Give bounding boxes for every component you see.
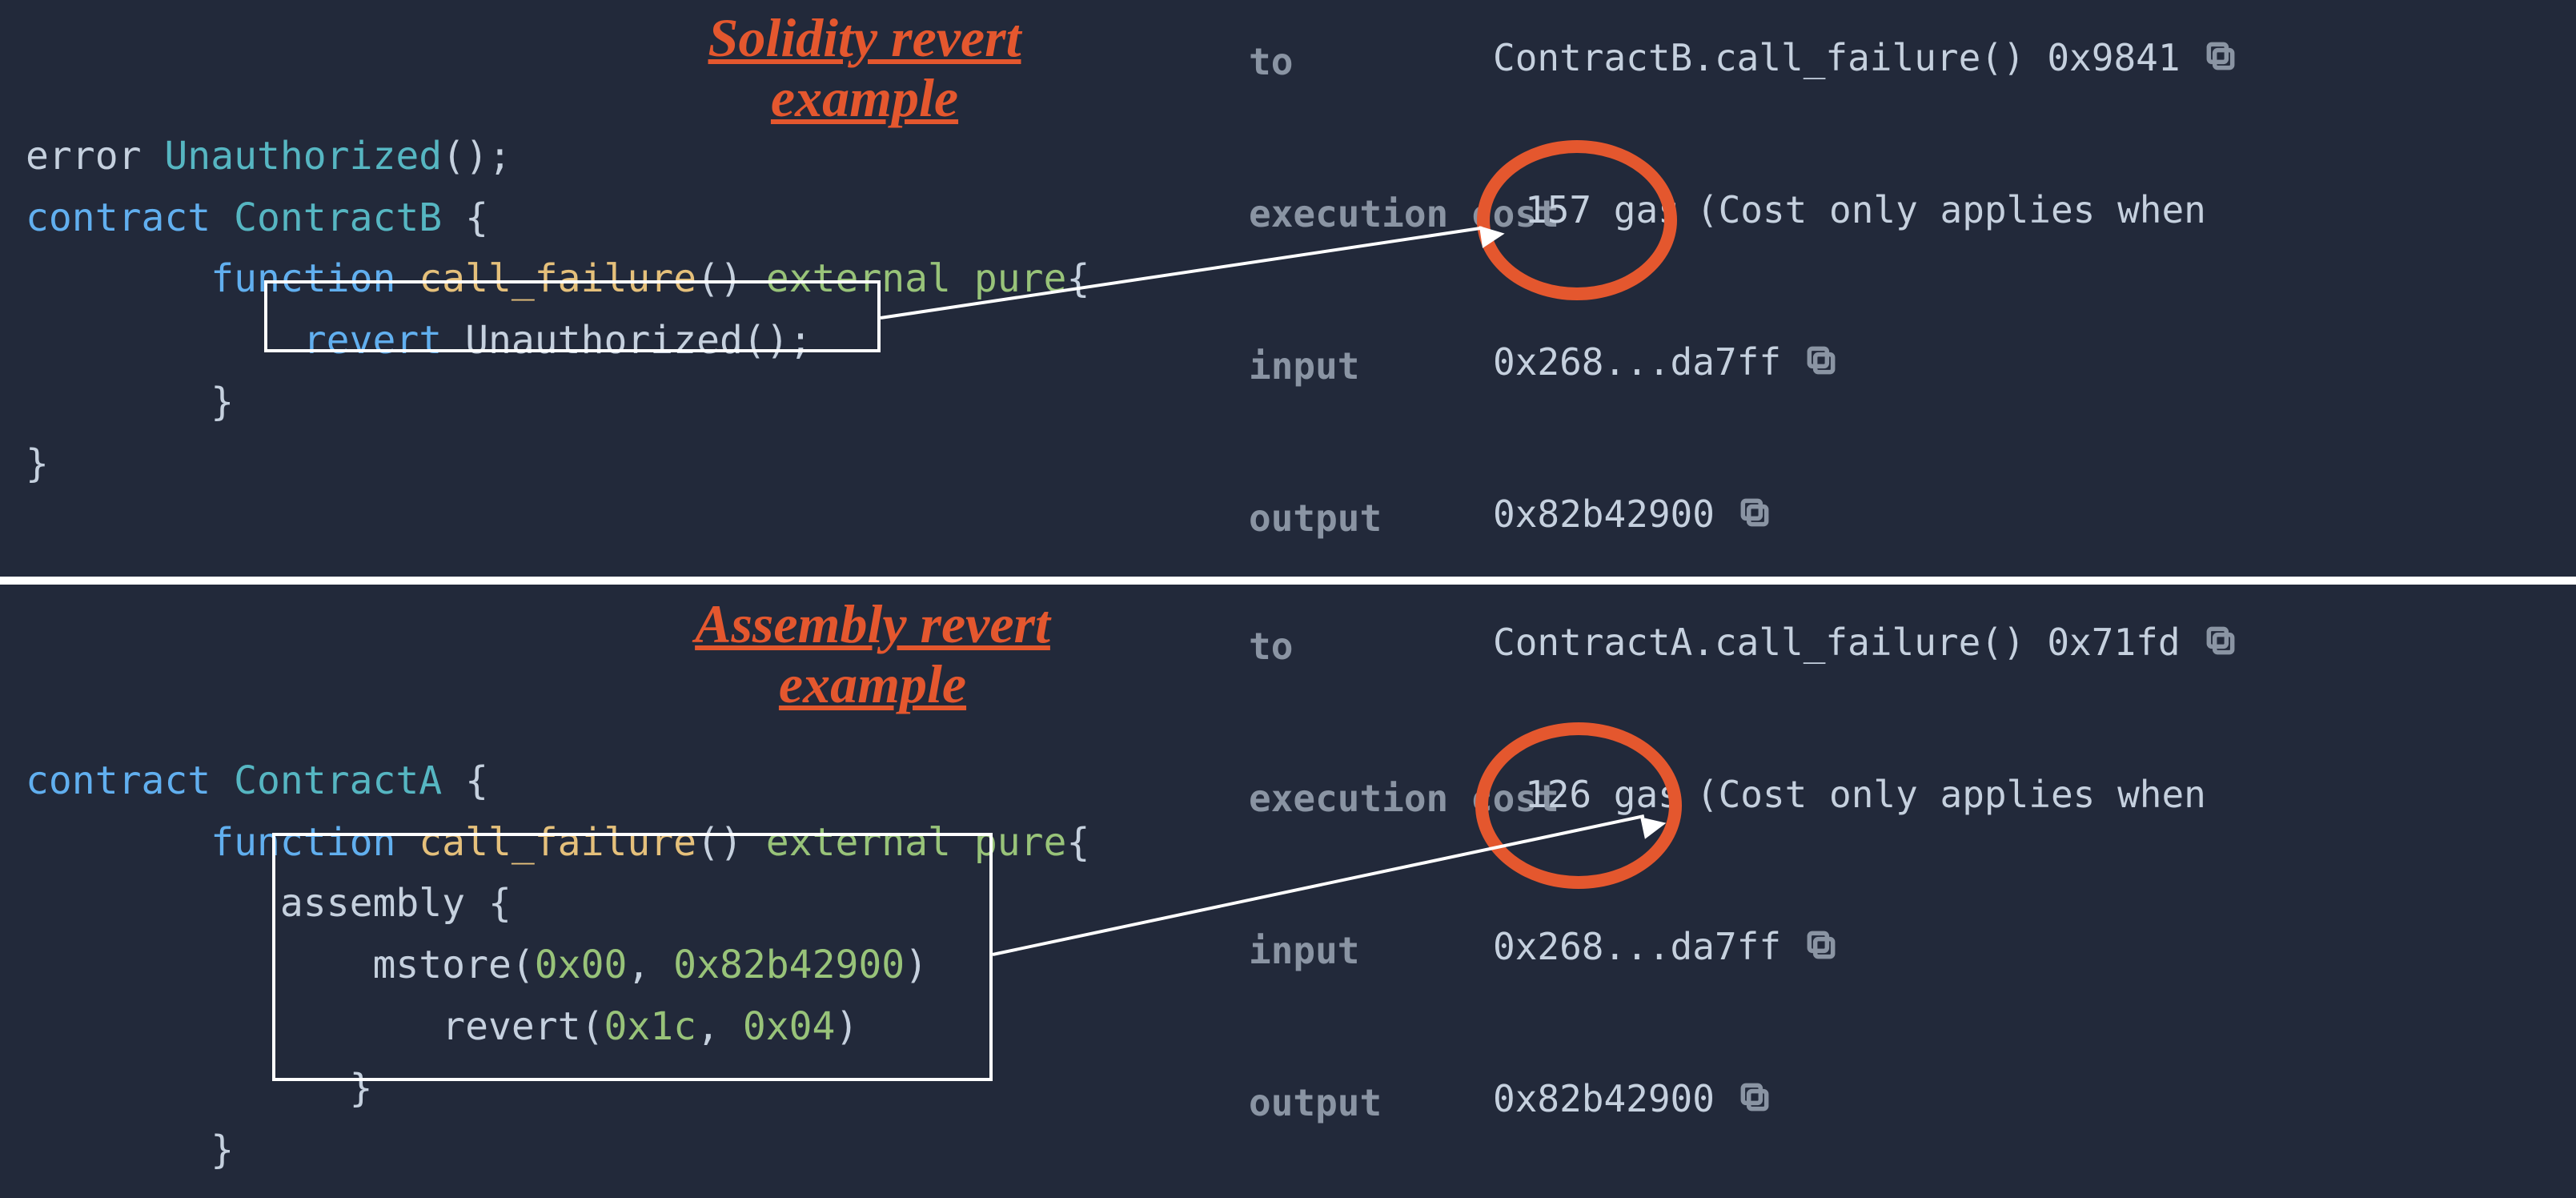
gas-circle-top xyxy=(1477,140,1677,300)
label-to: to xyxy=(1249,625,1293,668)
label-input: input xyxy=(1249,344,1359,388)
tok-brace: } xyxy=(211,380,234,424)
tok-brace: { xyxy=(1066,820,1089,865)
title-line1: Solidity revert xyxy=(708,7,1021,68)
copy-icon[interactable] xyxy=(2203,623,2238,661)
tok-brace: { xyxy=(465,758,488,803)
highlight-box-top xyxy=(264,280,881,352)
bottom-pane: Assembly revert example contract Contrac… xyxy=(0,585,2576,1198)
label-to: to xyxy=(1249,40,1293,83)
copy-icon[interactable] xyxy=(1737,495,1772,533)
value-exec-note: (Cost only applies when xyxy=(1696,188,2206,231)
highlight-box-bottom xyxy=(272,833,993,1081)
tok-punc: (); xyxy=(442,134,512,179)
tok-name: ContractB xyxy=(234,195,465,240)
tok-brace: } xyxy=(211,1128,234,1172)
value-to: ContractA.call_failure() 0x71fd xyxy=(1493,621,2181,664)
tok-contract: contract xyxy=(26,758,234,803)
value-output: 0x82b42900 xyxy=(1493,492,1715,536)
gas-circle-bottom xyxy=(1475,722,1682,889)
tok-brace: { xyxy=(465,195,488,240)
copy-icon[interactable] xyxy=(1804,343,1839,381)
label-output: output xyxy=(1249,1081,1382,1124)
label-output: output xyxy=(1249,496,1382,540)
tok-error: error xyxy=(26,134,164,179)
arrow-head-top xyxy=(1479,223,1507,248)
value-input: 0x268...da7ff xyxy=(1493,925,1781,968)
copy-icon[interactable] xyxy=(1737,1079,1772,1118)
copy-icon[interactable] xyxy=(1804,927,1839,966)
tok-contract: contract xyxy=(26,195,234,240)
code-top: error Unauthorized(); contract ContractB… xyxy=(26,64,1089,495)
value-to: ContractB.call_failure() 0x9841 xyxy=(1493,36,2181,79)
tok-brace: { xyxy=(1066,256,1089,301)
label-input: input xyxy=(1249,929,1359,972)
divider xyxy=(0,577,2576,585)
tok-brace: } xyxy=(26,441,49,486)
top-pane: Solidity revert example error Unauthoriz… xyxy=(0,0,2576,577)
title-line1: Assembly revert xyxy=(695,593,1050,654)
tok-type: Unauthorized xyxy=(164,134,442,179)
value-output: 0x82b42900 xyxy=(1493,1077,1715,1120)
value-input: 0x268...da7ff xyxy=(1493,340,1781,384)
tok-name: ContractA xyxy=(234,758,465,803)
copy-icon[interactable] xyxy=(2203,38,2238,77)
value-exec-note: (Cost only applies when xyxy=(1696,773,2206,816)
